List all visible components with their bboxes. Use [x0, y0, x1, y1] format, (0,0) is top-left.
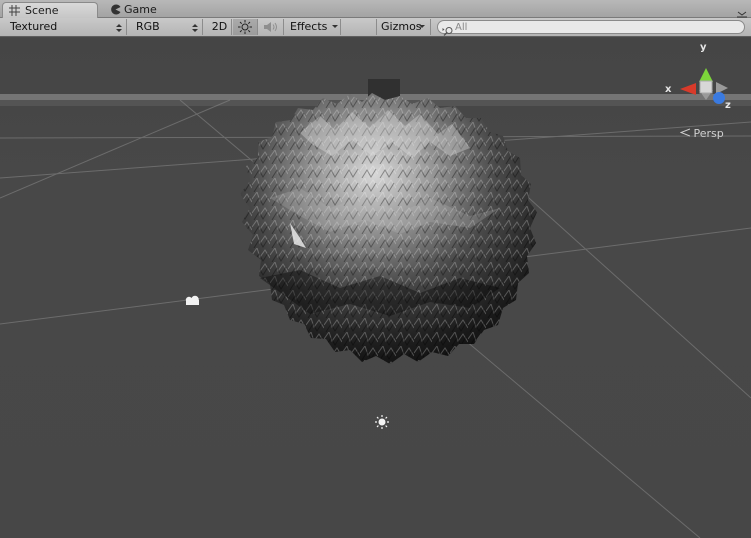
projection-label: Persp: [693, 127, 724, 140]
gizmos-dropdown[interactable]: Gizmos: [376, 19, 431, 35]
scene-render: [0, 68, 751, 538]
scene-lighting-toggle[interactable]: [233, 19, 258, 35]
search-input[interactable]: [455, 21, 735, 33]
tab-game[interactable]: Game: [106, 2, 176, 18]
draw-mode-dropdown[interactable]: Textured: [5, 19, 127, 35]
render-mode-dropdown[interactable]: RGB: [131, 19, 203, 35]
perspective-icon: [679, 127, 694, 140]
effects-button[interactable]: Effects: [286, 19, 329, 35]
updown-arrows-icon: [192, 22, 198, 32]
sun-icon: [238, 20, 252, 37]
tab-scene[interactable]: Scene: [2, 2, 98, 18]
tab-strip: Scene Game: [0, 0, 751, 20]
gizmos-label: Gizmos: [381, 20, 422, 33]
axis-y-label: y: [700, 42, 707, 53]
panel-menu-icon[interactable]: [736, 5, 748, 20]
mode-2d-toggle[interactable]: 2D: [208, 19, 232, 35]
scene-audio-toggle[interactable]: [259, 19, 284, 35]
draw-mode-value: Textured: [10, 20, 58, 33]
scene-viewport[interactable]: y x z Persp: [0, 38, 751, 538]
tab-game-label: Game: [124, 3, 157, 16]
chevron-down-icon: [419, 25, 425, 28]
fuzzy-sphere: [240, 93, 537, 364]
light-gizmo-icon[interactable]: [375, 415, 389, 429]
render-mode-value: RGB: [136, 20, 160, 33]
projection-toggle[interactable]: Persp: [679, 127, 724, 140]
axis-x-label: x: [665, 84, 672, 95]
mode-2d-label: 2D: [211, 20, 228, 33]
scene-window: Scene Game Textured RGB 2D Effects Gizmo…: [0, 0, 751, 538]
axis-z-label: z: [725, 100, 731, 111]
tab-scene-label: Scene: [25, 4, 59, 17]
effects-dropdown-arrow[interactable]: [329, 19, 341, 35]
scene-toolbar: Textured RGB 2D Effects Gizmos All: [0, 18, 751, 37]
updown-arrows-icon: [116, 22, 122, 32]
scene-search-field[interactable]: [437, 20, 745, 36]
camera-icon[interactable]: [185, 295, 199, 305]
speaker-icon: [263, 22, 279, 37]
effects-label: Effects: [290, 20, 328, 33]
